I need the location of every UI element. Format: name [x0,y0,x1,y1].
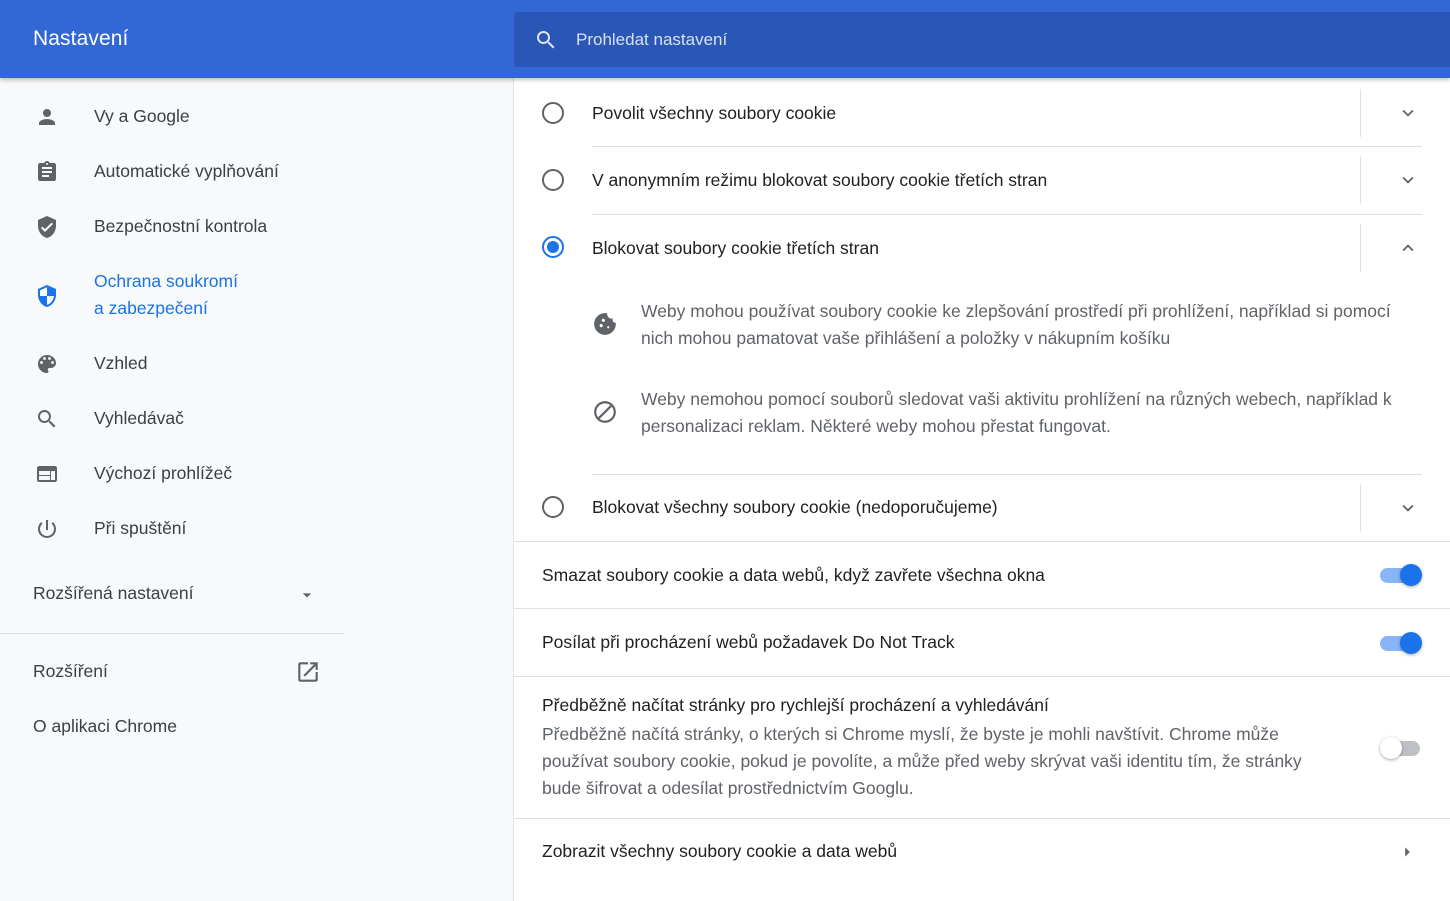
search-icon [34,406,60,432]
sidebar-item-autofill[interactable]: Automatické vyplňování [0,158,344,186]
sidebar-item-label: Bezpečnostní kontrola [94,216,268,236]
cookie-detail-item: Weby mohou používat soubory cookie ke zl… [592,298,1422,358]
extensions-link[interactable]: Rozšíření [33,661,323,682]
chevron-down-icon [1402,504,1414,512]
sidebar: Vy a Google Automatické vyplňování Bezpe… [0,78,344,901]
open-in-new-icon [298,662,318,682]
vertical-separator [1360,484,1361,532]
section-separator [514,676,1450,677]
shield-check-icon [34,214,60,240]
sidebar-item-label: a zabezpečení [94,298,208,318]
clear-on-exit-toggle[interactable] [1380,560,1422,590]
clipboard-icon [34,159,60,185]
preload-toggle[interactable] [1380,733,1424,763]
radio-block-third-party-incognito[interactable] [542,169,564,191]
radio-label: V anonymním režimu blokovat soubory cook… [592,170,1048,190]
vertical-separator [1360,156,1361,204]
browser-icon [34,461,60,487]
toggle-knob [1400,632,1422,654]
vertical-separator [1360,224,1361,272]
radio-label: Blokovat soubory cookie třetích stran [592,238,879,258]
sidebar-divider [0,633,344,634]
expand-button[interactable] [1394,494,1422,522]
chevron-down-icon [1402,176,1414,184]
radio-label: Povolit všechny soubory cookie [592,103,837,123]
sidebar-item-search-engine[interactable]: Vyhledávač [0,405,344,433]
arrow-right-icon [1405,847,1410,857]
settings-header: Nastavení [0,0,1450,78]
search-input[interactable] [576,12,1416,67]
section-separator [514,541,1450,542]
power-icon [34,516,60,542]
row-separator [592,146,1422,147]
vertical-separator [1360,89,1361,137]
sidebar-item-label: Ochrana soukromí [94,271,238,291]
expand-button[interactable] [1394,99,1422,127]
radio-block-all-cookies[interactable] [542,496,564,518]
advanced-settings-toggle[interactable]: Rozšířená nastavení [33,583,323,604]
radio-block-third-party[interactable] [542,236,564,258]
cookie-detail-text: Weby mohou používat soubory cookie ke zl… [641,301,1391,348]
radio-label: Blokovat všechny soubory cookie (nedopor… [592,497,998,517]
shield-icon [34,283,60,309]
search-box[interactable] [514,12,1450,67]
chevron-down-icon [1402,109,1414,117]
block-icon [594,401,616,423]
radio-allow-all-cookies[interactable] [542,102,564,124]
palette-icon [34,351,60,377]
row-separator [592,214,1422,215]
sidebar-item-label: Automatické vyplňování [94,161,279,181]
sidebar-item-on-startup[interactable]: Při spuštění [0,515,344,543]
section-separator [514,608,1450,609]
see-all-cookies-label: Zobrazit všechny soubory cookie a data w… [542,841,898,861]
do-not-track-toggle[interactable] [1380,628,1422,658]
toggle-knob [1400,564,1422,586]
do-not-track-label: Posílat při procházení webů požadavek Do… [542,632,955,652]
cookie-icon [594,313,616,335]
page-title: Nastavení [33,27,129,50]
sidebar-item-label: Výchozí prohlížeč [94,463,233,483]
sidebar-item-label: Při spuštění [94,518,187,538]
search-icon [537,31,555,49]
sidebar-item-appearance[interactable]: Vzhled [0,350,344,378]
chevron-up-icon [1402,244,1414,252]
about-chrome-link[interactable]: O aplikaci Chrome [33,716,177,737]
cookie-detail-item: Weby nemohou pomocí souborů sledovat vaš… [592,386,1422,446]
sidebar-item-default-browser[interactable]: Výchozí prohlížeč [0,460,344,488]
sidebar-item-label: Vzhled [94,353,148,373]
sidebar-item-you-and-google[interactable]: Vy a Google [0,103,344,131]
expand-button[interactable] [1394,166,1422,194]
extensions-label: Rozšíření [33,661,108,681]
advanced-settings-label: Rozšířená nastavení [33,583,194,603]
collapse-button[interactable] [1394,234,1422,262]
cookie-detail-text: Weby nemohou pomocí souborů sledovat vaš… [641,389,1392,436]
see-all-cookies-row[interactable]: Zobrazit všechny soubory cookie a data w… [514,819,1450,885]
main-content: Povolit všechny soubory cookie V anonymn… [513,78,1450,901]
sidebar-item-label: Vyhledávač [94,408,184,428]
row-separator [592,474,1422,475]
preload-description: Předběžně načítá stránky, o kterých si C… [542,724,1302,798]
preload-title: Předběžně načítat stránky pro rychlejší … [542,695,1049,715]
person-icon [34,104,60,130]
clear-on-exit-label: Smazat soubory cookie a data webů, když … [542,565,1045,585]
sidebar-item-privacy-security[interactable]: Ochrana soukromí a zabezpečení [0,268,344,324]
sidebar-item-safety-check[interactable]: Bezpečnostní kontrola [0,213,344,241]
dropdown-arrow-icon [302,593,312,598]
toggle-knob [1380,737,1402,759]
sidebar-item-label: Vy a Google [94,106,190,126]
